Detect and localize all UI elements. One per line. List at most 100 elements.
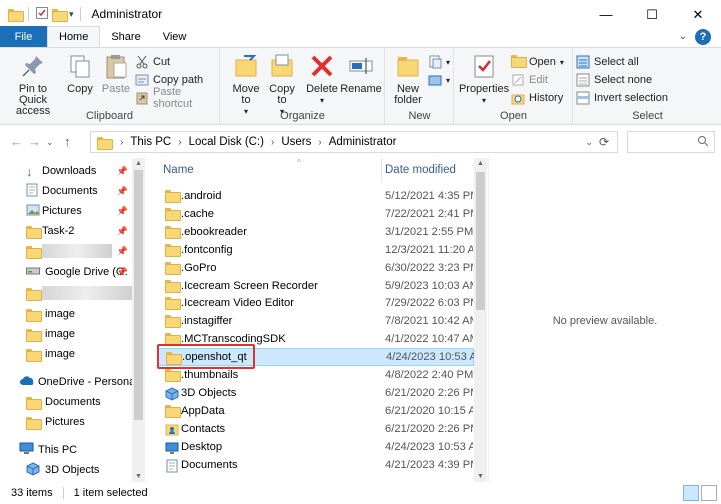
table-row[interactable]: .cache 7/22/2021 2:41 PM: [157, 205, 474, 223]
drive-icon: [26, 266, 45, 279]
table-row[interactable]: .Icecream Screen Recorder 5/9/2023 10:03 …: [157, 277, 474, 295]
breadcrumb-this-pc[interactable]: This PC: [130, 136, 171, 148]
properties-quick-icon[interactable]: [35, 6, 49, 23]
properties-icon: [470, 52, 498, 80]
tab-file[interactable]: File: [0, 26, 47, 47]
quick-access-toolbar: ▾: [8, 6, 84, 23]
paste-shortcut-button[interactable]: Paste shortcut: [135, 86, 219, 110]
properties-button[interactable]: Properties ▾: [459, 52, 509, 106]
address-bar[interactable]: › This PC › Local Disk (C:) › Users › Admini…: [90, 131, 618, 153]
invert-selection-button[interactable]: Invert selection: [576, 89, 668, 107]
nav-item-onedrive[interactable]: OneDrive - Personal: [19, 372, 138, 392]
refresh-icon[interactable]: ⟳: [599, 135, 609, 149]
folder-icon: [26, 245, 42, 259]
paste-button[interactable]: Paste: [100, 52, 132, 95]
back-arrow-icon[interactable]: ←: [10, 134, 23, 149]
new-folder-button[interactable]: New folder: [390, 52, 426, 106]
up-arrow-icon[interactable]: ↑: [64, 134, 71, 149]
recent-locations-icon[interactable]: ⌄: [46, 137, 54, 148]
table-row[interactable]: Contacts 6/21/2020 2:26 PM: [157, 420, 474, 438]
cut-button[interactable]: Cut: [135, 53, 170, 71]
history-button[interactable]: History: [511, 89, 563, 107]
new-item-icon: [428, 55, 442, 69]
ribbon-tabs: File Home Share View ⌄ ?: [0, 26, 721, 47]
address-dropdown-icon[interactable]: ⌄: [585, 137, 593, 148]
breadcrumb-administrator[interactable]: Administrator: [329, 136, 397, 148]
nav-item-image-1[interactable]: image: [26, 304, 75, 324]
nav-item-downloads[interactable]: ↓ Downloads: [26, 161, 96, 181]
nav-item-this-pc[interactable]: This PC: [19, 440, 77, 460]
large-icons-view-icon[interactable]: [701, 485, 717, 501]
open-button[interactable]: Open ▾: [511, 53, 564, 71]
close-button[interactable]: ✕: [675, 0, 721, 29]
nav-scrollbar-thumb[interactable]: [134, 170, 143, 420]
file-date-modified: 7/29/2022 6:03 PM: [385, 297, 473, 310]
nav-scrollbar[interactable]: ▲ ▼: [132, 158, 145, 482]
nav-item-redacted-2[interactable]: [26, 283, 132, 303]
nav-item-image-3[interactable]: image: [26, 344, 75, 364]
contacts-icon: [165, 423, 179, 436]
collapse-ribbon-icon[interactable]: ⌄: [679, 31, 687, 42]
redacted-label: [42, 286, 132, 300]
maximize-button[interactable]: ☐: [629, 0, 675, 29]
select-all-icon: [576, 55, 590, 69]
file-date-modified: 4/21/2023 4:39 PM: [385, 458, 473, 471]
copy-to-button[interactable]: Copy to ▾: [265, 52, 299, 117]
edit-icon: [511, 73, 525, 87]
new-item-button[interactable]: ▾: [428, 53, 450, 71]
file-list-scrollbar-thumb[interactable]: [476, 172, 485, 310]
tab-view[interactable]: View: [152, 26, 198, 47]
column-header-name[interactable]: Name: [163, 164, 194, 176]
breadcrumb-local-disk[interactable]: Local Disk (C:): [189, 136, 264, 148]
nav-item-redacted[interactable]: [26, 241, 112, 261]
nav-item-3d-objects[interactable]: 3D Objects: [26, 460, 99, 480]
nav-item-image-2[interactable]: image: [26, 324, 75, 344]
file-name: .cache: [181, 207, 214, 220]
select-none-button[interactable]: Select none: [576, 71, 652, 89]
new-folder-quick-icon[interactable]: [52, 8, 68, 22]
table-row[interactable]: Documents 4/21/2023 4:39 PM: [157, 456, 474, 474]
nav-item-onedrive-documents[interactable]: Documents: [26, 392, 101, 412]
table-row[interactable]: .ebookreader 3/1/2021 2:55 PM: [157, 223, 474, 241]
nav-item-task-2[interactable]: Task-2: [26, 221, 74, 241]
sort-ascending-icon: ^: [297, 158, 301, 167]
column-header-date-modified[interactable]: Date modified: [385, 164, 456, 176]
select-all-button[interactable]: Select all: [576, 53, 639, 71]
table-row[interactable]: .android 5/12/2021 4:35 PM: [157, 187, 474, 205]
pin-to-quick-access-button[interactable]: Pin to Quick access: [4, 52, 62, 117]
table-row[interactable]: .instagiffer 7/8/2021 10:42 AM: [157, 312, 474, 330]
customize-toolbar-icon[interactable]: ▾: [69, 9, 74, 20]
history-icon: [511, 91, 525, 105]
folder-icon: [26, 348, 45, 362]
easy-access-button[interactable]: ▾: [428, 71, 450, 89]
nav-item-documents[interactable]: Documents: [26, 181, 98, 201]
document-icon: [165, 459, 179, 472]
breadcrumb-users[interactable]: Users: [281, 136, 311, 148]
nav-item-google-drive[interactable]: Google Drive (G:: [26, 262, 128, 282]
table-row[interactable]: AppData 6/21/2020 10:15 AM: [157, 402, 474, 420]
table-row[interactable]: .Icecream Video Editor 7/29/2022 6:03 PM: [157, 294, 474, 312]
search-icon: [697, 135, 709, 150]
table-row[interactable]: 3D Objects 6/21/2020 2:26 PM: [157, 384, 474, 402]
delete-button[interactable]: Delete ▾: [305, 52, 339, 106]
nav-item-pictures[interactable]: Pictures: [26, 201, 82, 221]
help-icon[interactable]: ?: [695, 28, 711, 45]
tab-share[interactable]: Share: [100, 26, 151, 47]
table-row[interactable]: .GoPro 6/30/2022 3:23 PM: [157, 259, 474, 277]
rename-button[interactable]: Rename: [340, 52, 382, 95]
minimize-button[interactable]: —: [583, 0, 629, 29]
nav-item-onedrive-pictures[interactable]: Pictures: [26, 412, 85, 432]
file-date-modified: 4/24/2023 10:53 AM: [385, 440, 473, 453]
move-to-button[interactable]: Move to ▾: [229, 52, 263, 117]
search-input[interactable]: [627, 131, 715, 153]
details-view-icon[interactable]: [683, 485, 699, 501]
folder-icon: [165, 315, 181, 329]
forward-arrow-icon[interactable]: →: [28, 134, 41, 149]
copy-button[interactable]: Copy: [64, 52, 96, 95]
navigation-pane: ↓ Downloads 📌 Documents 📌 Pictures 📌 Tas…: [0, 158, 146, 482]
tab-home[interactable]: Home: [47, 26, 101, 47]
table-row[interactable]: Desktop 4/24/2023 10:53 AM: [157, 438, 474, 456]
file-list-scrollbar[interactable]: ▲ ▼: [474, 158, 487, 482]
table-row[interactable]: .fontconfig 12/3/2021 11:20 AM: [157, 241, 474, 259]
edit-button[interactable]: Edit: [511, 71, 548, 89]
